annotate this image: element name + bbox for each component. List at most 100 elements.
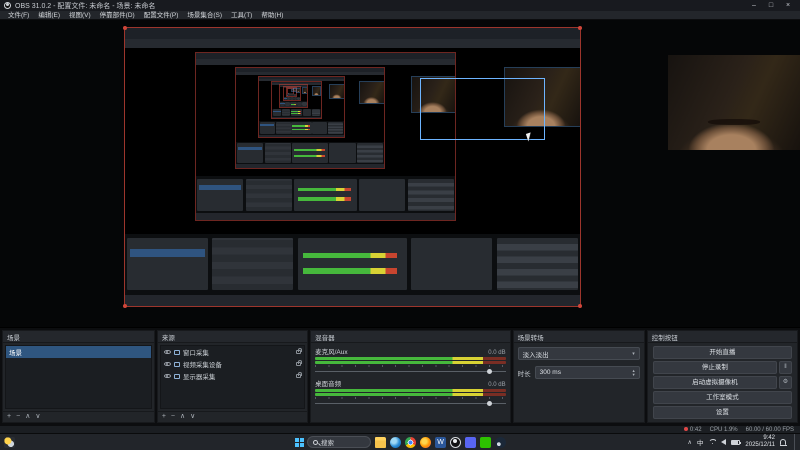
wechat-icon[interactable] <box>480 436 491 448</box>
slider-knob[interactable] <box>486 369 492 374</box>
sources-dock-title: 来源 <box>161 334 175 342</box>
sources-dock-header[interactable]: 来源 <box>157 331 308 343</box>
ime-indicator[interactable]: 中 <box>697 437 704 447</box>
widgets-weather-icon[interactable] <box>4 436 15 448</box>
menu-file[interactable]: 文件(F) <box>4 11 33 20</box>
meter-scale <box>315 365 506 367</box>
channel-db: 0.0 dB <box>488 382 506 388</box>
start-streaming-button[interactable]: 开始直播 <box>652 346 792 359</box>
chevron-down-icon: ▾ <box>632 350 635 357</box>
meter-scale <box>315 397 506 399</box>
volume-icon[interactable] <box>721 439 727 445</box>
selection-handle[interactable] <box>122 25 127 30</box>
tray-time: 9:42 <box>763 435 775 441</box>
wifi-icon[interactable] <box>708 439 716 445</box>
firefox-browser-icon[interactable] <box>420 436 431 448</box>
source-down-button[interactable]: ∨ <box>190 412 195 422</box>
notification-bell-icon[interactable] <box>780 439 787 446</box>
remove-scene-button[interactable]: − <box>16 412 20 422</box>
virtual-camera-settings-button[interactable]: ⚙ <box>779 376 792 389</box>
minimize-button[interactable]: – <box>746 1 762 11</box>
steam-icon[interactable] <box>495 436 506 448</box>
menu-bar: 文件(F) 编辑(E) 视图(V) 停靠部件(D) 配置文件(P) 场景集合(S… <box>0 11 800 20</box>
stop-recording-button[interactable]: 停止录制 <box>652 361 777 374</box>
volume-meter <box>315 389 506 392</box>
source-up-button[interactable]: ∧ <box>180 412 185 422</box>
source-item[interactable]: 视频采集设备 <box>161 358 304 370</box>
settings-button[interactable]: 设置 <box>652 406 792 419</box>
selection-handle[interactable] <box>577 25 582 30</box>
virtual-camera-button[interactable]: 启动虚拟摄像机 <box>652 376 777 389</box>
lock-icon[interactable] <box>296 348 303 354</box>
studio-mode-button[interactable]: 工作室模式 <box>652 391 792 404</box>
close-button[interactable]: × <box>780 1 796 11</box>
spin-arrows-icon[interactable]: ▴ ▾ <box>633 368 635 377</box>
obs-taskbar-icon[interactable] <box>450 436 461 448</box>
menu-tools[interactable]: 工具(T) <box>227 11 256 20</box>
scene-up-button[interactable]: ∧ <box>25 412 30 422</box>
edge-browser-icon[interactable] <box>390 436 401 448</box>
file-explorer-icon[interactable] <box>375 436 386 448</box>
source-selection-rect <box>420 78 545 141</box>
slider-knob[interactable] <box>486 401 492 406</box>
scenes-dock: 场景 场景 + − ∧ ∨ <box>2 330 155 423</box>
controls-dock: 控制按钮 开始直播 停止录制 ‖ 启动虚拟摄像机 ⚙ 工作室模式 设置 <box>646 330 798 423</box>
duration-spinbox[interactable]: 300 ms ▴ ▾ <box>534 366 640 379</box>
scene-item[interactable]: 场景 <box>6 346 151 358</box>
transitions-dock-header[interactable]: 场景转场 <box>513 331 644 343</box>
lock-icon[interactable] <box>296 360 303 366</box>
menu-help[interactable]: 帮助(H) <box>257 11 287 20</box>
lock-icon[interactable] <box>296 372 303 378</box>
scenes-dock-title: 场景 <box>7 334 20 342</box>
mixer-dock: 混音器 麦克风/Aux 0.0 dB 桌面音频 0.0 dB <box>310 330 511 423</box>
mixer-dock-title: 混音器 <box>315 334 335 342</box>
start-button[interactable] <box>295 438 299 442</box>
sources-list: 窗口采集 视频采集设备 显示器采集 <box>159 345 306 409</box>
mixer-channel: 麦克风/Aux 0.0 dB <box>315 346 506 374</box>
menu-view[interactable]: 视图(V) <box>65 11 95 20</box>
menu-scene-collection[interactable]: 场景集合(S) <box>183 11 226 20</box>
transitions-dock: 场景转场 淡入淡出 ▾ 时长 300 ms ▴ ▾ <box>512 330 645 423</box>
chrome-browser-icon[interactable] <box>405 436 416 448</box>
visibility-eye-icon[interactable] <box>163 361 171 367</box>
webcam-source[interactable] <box>668 54 800 151</box>
mixer-dock-header[interactable]: 混音器 <box>311 331 510 343</box>
selection-handle[interactable] <box>577 303 582 308</box>
controls-dock-header[interactable]: 控制按钮 <box>647 331 797 343</box>
battery-icon[interactable] <box>731 439 742 445</box>
scenes-list: 场景 <box>5 345 152 409</box>
obs-window: OBS 31.0.2 - 配置文件: 未命名 - 场景: 未命名 – □ × 文… <box>0 0 800 433</box>
taskbar-search[interactable]: 搜索 <box>307 436 371 448</box>
show-desktop-button[interactable] <box>794 433 796 450</box>
visibility-eye-icon[interactable] <box>163 349 171 355</box>
scenes-dock-header[interactable]: 场景 <box>3 331 154 343</box>
tray-clock[interactable]: 9:42 2025/12/11 <box>745 435 775 449</box>
remove-source-button[interactable]: − <box>171 412 175 422</box>
maximize-button[interactable]: □ <box>763 1 779 11</box>
source-item[interactable]: 显示器采集 <box>161 370 304 382</box>
volume-meter <box>315 357 506 360</box>
menu-profile[interactable]: 配置文件(P) <box>140 11 183 20</box>
menu-edit[interactable]: 编辑(E) <box>34 11 64 20</box>
add-scene-button[interactable]: + <box>7 412 11 422</box>
display-capture-recursion[interactable] <box>122 25 582 308</box>
scenes-toolbar: + − ∧ ∨ <box>3 411 154 422</box>
volume-slider[interactable] <box>315 401 506 406</box>
transition-select[interactable]: 淡入淡出 ▾ <box>517 347 640 360</box>
channel-db: 0.0 dB <box>488 350 506 356</box>
tray-expand-chevron-icon[interactable]: ∧ <box>688 439 692 446</box>
dock-row: 场景 场景 + − ∧ ∨ 来源 窗口采集 视频采集设备 显示器采集 + − ∧… <box>0 327 800 425</box>
tray-date: 2025/12/11 <box>745 442 775 448</box>
word-app-icon[interactable] <box>435 436 446 448</box>
menu-docks[interactable]: 停靠部件(D) <box>96 11 139 20</box>
recording-timer: 0:42 <box>683 427 702 433</box>
volume-slider[interactable] <box>315 369 506 374</box>
visibility-eye-icon[interactable] <box>163 373 171 379</box>
pause-recording-button[interactable]: ‖ <box>779 361 792 374</box>
mixer-channel: 桌面音频 0.0 dB <box>315 378 506 406</box>
selection-handle[interactable] <box>122 303 127 308</box>
add-source-button[interactable]: + <box>162 412 166 422</box>
source-item[interactable]: 窗口采集 <box>161 346 304 358</box>
discord-icon[interactable] <box>465 436 476 448</box>
scene-down-button[interactable]: ∨ <box>35 412 40 422</box>
